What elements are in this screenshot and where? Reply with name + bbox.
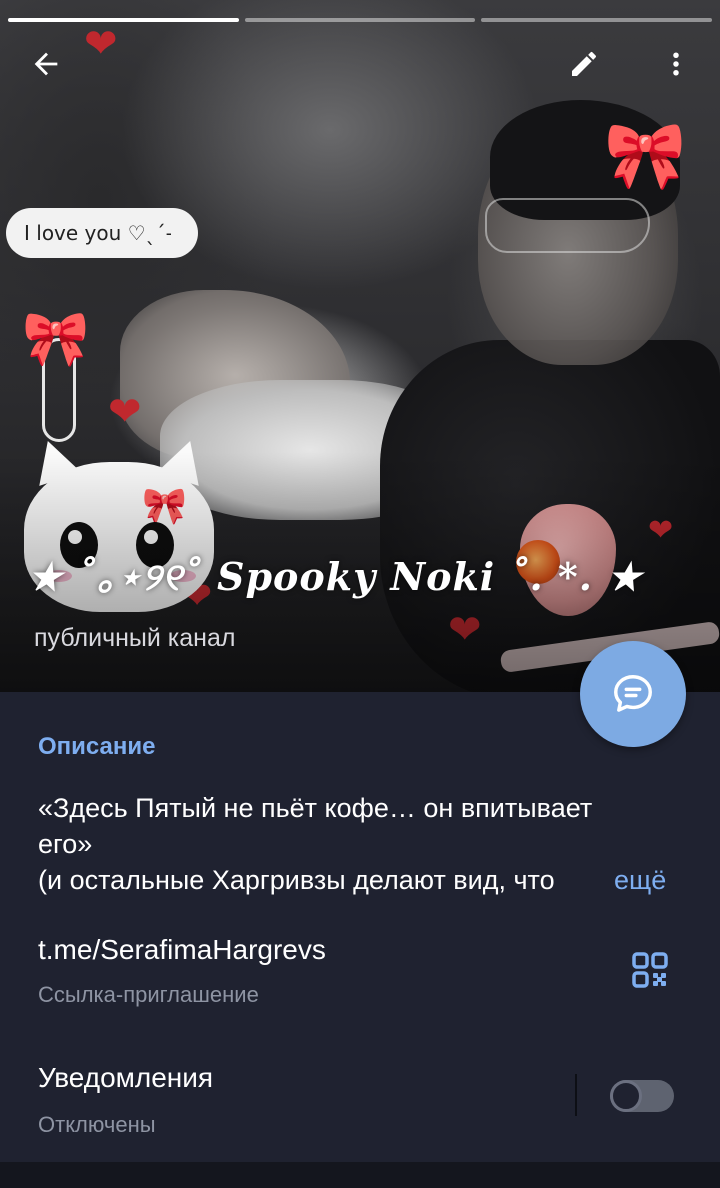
bottom-strip xyxy=(0,1162,720,1188)
description-line: его» xyxy=(38,829,93,859)
story-progress-segment xyxy=(481,18,713,22)
description-heading: Описание xyxy=(38,733,156,760)
heart-icon: ❤ xyxy=(84,22,118,66)
qr-code-icon xyxy=(632,952,668,988)
photo-glasses xyxy=(485,198,650,253)
description-line: «Здесь Пятый не пьёт кофе… он впитывает xyxy=(38,793,593,823)
heart-icon: ❤ xyxy=(108,390,142,434)
description-line: (и остальные Харгривзы делают вид, что xyxy=(38,865,555,895)
vertical-divider xyxy=(575,1074,577,1116)
discussion-button[interactable] xyxy=(580,641,686,747)
toggle-knob xyxy=(610,1080,642,1112)
sticker-text: I love you ♡ˎˊ˗ xyxy=(24,221,172,245)
edit-button[interactable] xyxy=(556,36,612,92)
text-fade xyxy=(553,862,613,898)
invite-link-caption: Ссылка-приглашение xyxy=(38,982,259,1007)
story-progress-segment xyxy=(244,18,476,22)
notifications-label[interactable]: Уведомления xyxy=(38,1062,213,1094)
channel-type: публичный канал xyxy=(34,624,236,652)
channel-cover-photo[interactable]: I love you ♡ˎˊ˗ ❤ ❤ ❤ ❤ ❤ 🎀 🎀 🎀 ★ ˚｡⋆୨୧˚… xyxy=(0,0,720,692)
love-speech-bubble-sticker: I love you ♡ˎˊ˗ xyxy=(6,208,198,258)
description-line-truncated: (и остальные Харгривзы делают вид, что xyxy=(38,862,613,898)
more-vertical-icon xyxy=(673,52,679,76)
story-progress-bar xyxy=(8,18,713,22)
bow-sticker-icon: 🎀 xyxy=(604,118,687,192)
pencil-icon xyxy=(572,51,596,76)
back-button[interactable] xyxy=(18,36,74,92)
invite-link[interactable]: t.me/SerafimaHargrevs xyxy=(38,934,326,966)
chat-bubble-icon xyxy=(614,675,652,712)
bow-sticker-icon: 🎀 xyxy=(22,309,90,369)
notifications-toggle[interactable] xyxy=(610,1080,674,1112)
notifications-status: Отключены xyxy=(38,1112,156,1137)
qr-code-button[interactable] xyxy=(626,946,674,994)
back-arrow-icon xyxy=(34,52,58,76)
more-options-button[interactable] xyxy=(648,36,704,92)
channel-title: ★ ˚｡⋆୨୧˚ Spooky Noki ˚. *. ★ xyxy=(28,554,643,599)
description-text[interactable]: «Здесь Пятый не пьёт кофе… он впитывает … xyxy=(38,790,688,898)
story-progress-segment xyxy=(8,18,239,22)
show-more-link[interactable]: ещё xyxy=(614,862,666,898)
